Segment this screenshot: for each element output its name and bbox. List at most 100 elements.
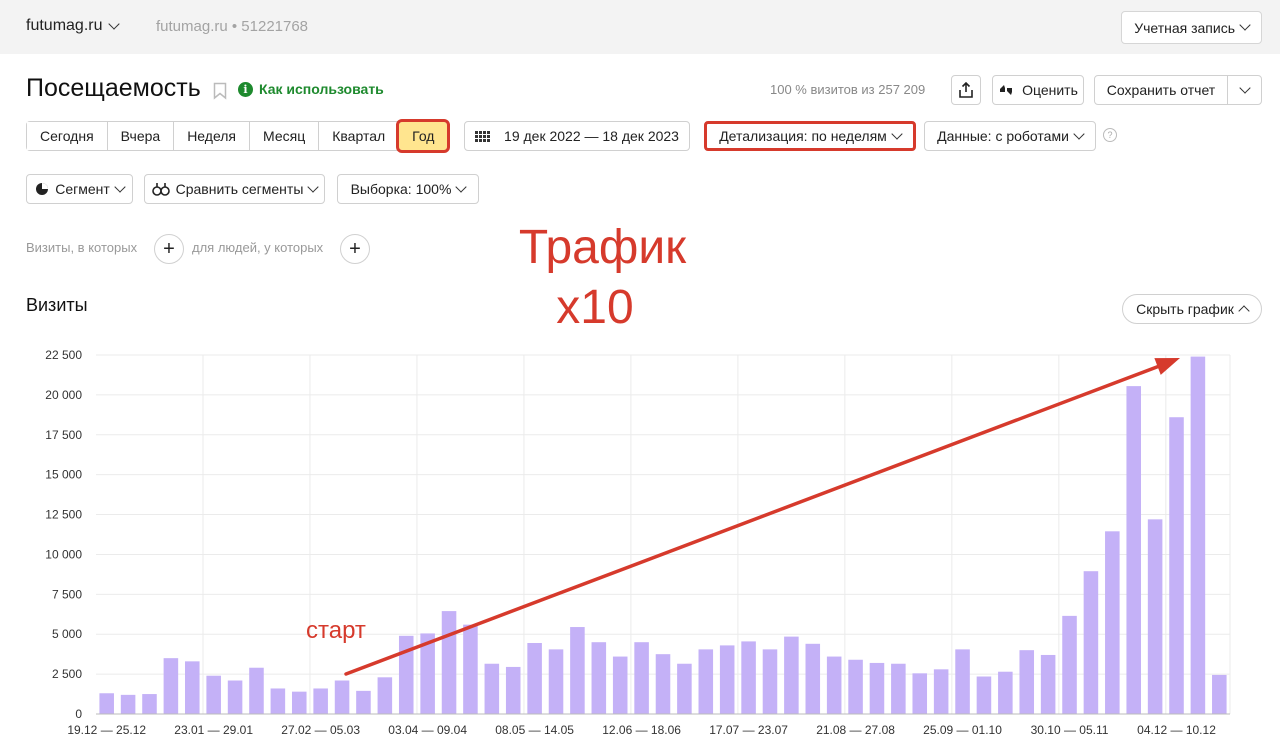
bar xyxy=(163,658,179,714)
y-tick-label: 0 xyxy=(75,707,82,721)
bar xyxy=(484,663,500,714)
trend-arrow-line xyxy=(344,360,1172,676)
bar xyxy=(1105,531,1120,714)
hide-chart-button[interactable]: Скрыть график xyxy=(1122,294,1262,324)
period-selector: Сегодня Вчера Неделя Месяц Квартал Год xyxy=(26,119,451,153)
bar xyxy=(99,693,114,714)
detail-dropdown[interactable]: Детализация: по неделям xyxy=(704,121,916,151)
period-week[interactable]: Неделя xyxy=(174,122,251,150)
period-yesterday[interactable]: Вчера xyxy=(107,122,175,150)
account-button[interactable]: Учетная запись xyxy=(1121,11,1262,44)
sample-dropdown[interactable]: Выборка: 100% xyxy=(337,174,479,204)
compare-label: Сравнить сегменты xyxy=(175,181,304,197)
period-year[interactable]: Год xyxy=(396,119,451,153)
chart-title: Визиты xyxy=(26,295,88,315)
sample-label: Выборка: 100% xyxy=(350,181,452,197)
export-button[interactable] xyxy=(951,75,981,105)
hide-chart-label: Скрыть график xyxy=(1136,301,1234,317)
y-tick-label: 15 000 xyxy=(45,468,82,482)
bar xyxy=(291,691,307,714)
period-quarter[interactable]: Квартал xyxy=(319,122,400,150)
rate-label: Оценить xyxy=(1022,82,1078,98)
chevron-down-icon xyxy=(1239,19,1251,31)
bar xyxy=(505,666,521,714)
detail-label: Детализация: по неделям xyxy=(719,128,887,144)
help-icon[interactable]: ? xyxy=(1103,128,1117,142)
x-tick-label: 17.07 — 23.07 xyxy=(709,723,788,737)
thumbs-icon xyxy=(1000,85,1013,95)
y-tick-label: 17 500 xyxy=(45,428,82,442)
bar xyxy=(826,656,842,714)
site-selector[interactable]: futumag.ru xyxy=(26,17,121,35)
compare-icon xyxy=(151,183,170,196)
x-tick-label: 30.10 — 05.11 xyxy=(1031,723,1109,737)
y-tick-label: 5 000 xyxy=(52,627,82,641)
visits-chart: 0 2 500 5 000 7 500 10 000 12 500 15 000 17 500… xyxy=(45,348,1231,737)
bar xyxy=(891,663,906,714)
bar xyxy=(1019,650,1035,714)
chevron-down-icon xyxy=(307,180,320,193)
rate-button[interactable]: Оценить xyxy=(992,75,1084,105)
save-report-button[interactable]: Сохранить отчет xyxy=(1094,75,1228,105)
data-mode-dropdown[interactable]: Данные: с роботами xyxy=(924,121,1096,151)
bar xyxy=(1169,417,1184,714)
chevron-down-icon xyxy=(114,180,126,193)
bar xyxy=(270,688,286,714)
bar xyxy=(120,694,136,714)
pie-icon xyxy=(36,183,49,195)
page-title: Посещаемость xyxy=(26,74,201,102)
chevron-down-icon xyxy=(891,127,903,140)
bar xyxy=(463,624,478,714)
bar xyxy=(377,677,393,714)
bar xyxy=(142,694,157,714)
bar xyxy=(527,642,542,714)
data-mode-label: Данные: с роботами xyxy=(937,128,1069,144)
calendar-icon xyxy=(475,130,491,142)
site-name: futumag.ru xyxy=(26,17,103,34)
y-tick-label: 10 000 xyxy=(45,547,82,561)
bar xyxy=(441,611,457,714)
bar xyxy=(912,673,928,714)
bar xyxy=(334,680,350,714)
period-month[interactable]: Месяц xyxy=(250,122,320,150)
bar xyxy=(548,649,564,714)
bar xyxy=(805,643,821,714)
annotation-start: старт xyxy=(306,617,366,644)
chevron-down-icon xyxy=(1073,127,1085,140)
bar xyxy=(1190,356,1206,714)
bar xyxy=(356,690,371,714)
bar xyxy=(206,675,221,714)
x-tick-label: 25.09 — 01.10 xyxy=(923,723,1002,737)
bar xyxy=(227,680,243,714)
account-label: Учетная запись xyxy=(1134,19,1235,36)
y-tick-label: 2 500 xyxy=(52,667,82,681)
x-tick-label: 21.08 — 27.08 xyxy=(816,723,895,737)
save-options-button[interactable] xyxy=(1227,75,1262,105)
x-tick-label: 19.12 — 25.12 xyxy=(67,723,146,737)
date-range-button[interactable]: 19 дек 2022 — 18 дек 2023 xyxy=(464,121,690,151)
bar xyxy=(249,667,264,714)
bar xyxy=(784,636,799,714)
x-tick-label: 12.06 — 18.06 xyxy=(602,723,681,737)
bar xyxy=(1126,386,1141,714)
bar xyxy=(998,671,1013,714)
site-id: futumag.ru • 51221768 xyxy=(156,18,309,35)
bar xyxy=(698,649,714,714)
add-visits-filter-button[interactable]: + xyxy=(154,234,184,264)
add-people-filter-button[interactable]: + xyxy=(340,234,370,264)
x-tick-label: 04.12 — 10.12 xyxy=(1137,723,1216,737)
period-today[interactable]: Сегодня xyxy=(27,122,108,150)
chevron-down-icon xyxy=(1238,81,1251,94)
bar xyxy=(1212,674,1227,714)
y-tick-label: 7 500 xyxy=(52,587,82,601)
annotation-traffic: Трафик xyxy=(518,221,687,274)
segment-dropdown[interactable]: Сегмент xyxy=(26,174,133,204)
bar xyxy=(1147,519,1163,714)
compare-segments-dropdown[interactable]: Сравнить сегменты xyxy=(144,174,325,204)
howto-link[interactable]: i Как использовать xyxy=(238,81,384,97)
bookmark-icon[interactable] xyxy=(213,82,227,100)
bar xyxy=(1083,571,1099,714)
bar xyxy=(741,641,756,714)
top-bar: futumag.ru futumag.ru • 51221768 Учетная… xyxy=(0,0,1280,54)
segment-label: Сегмент xyxy=(55,181,110,197)
